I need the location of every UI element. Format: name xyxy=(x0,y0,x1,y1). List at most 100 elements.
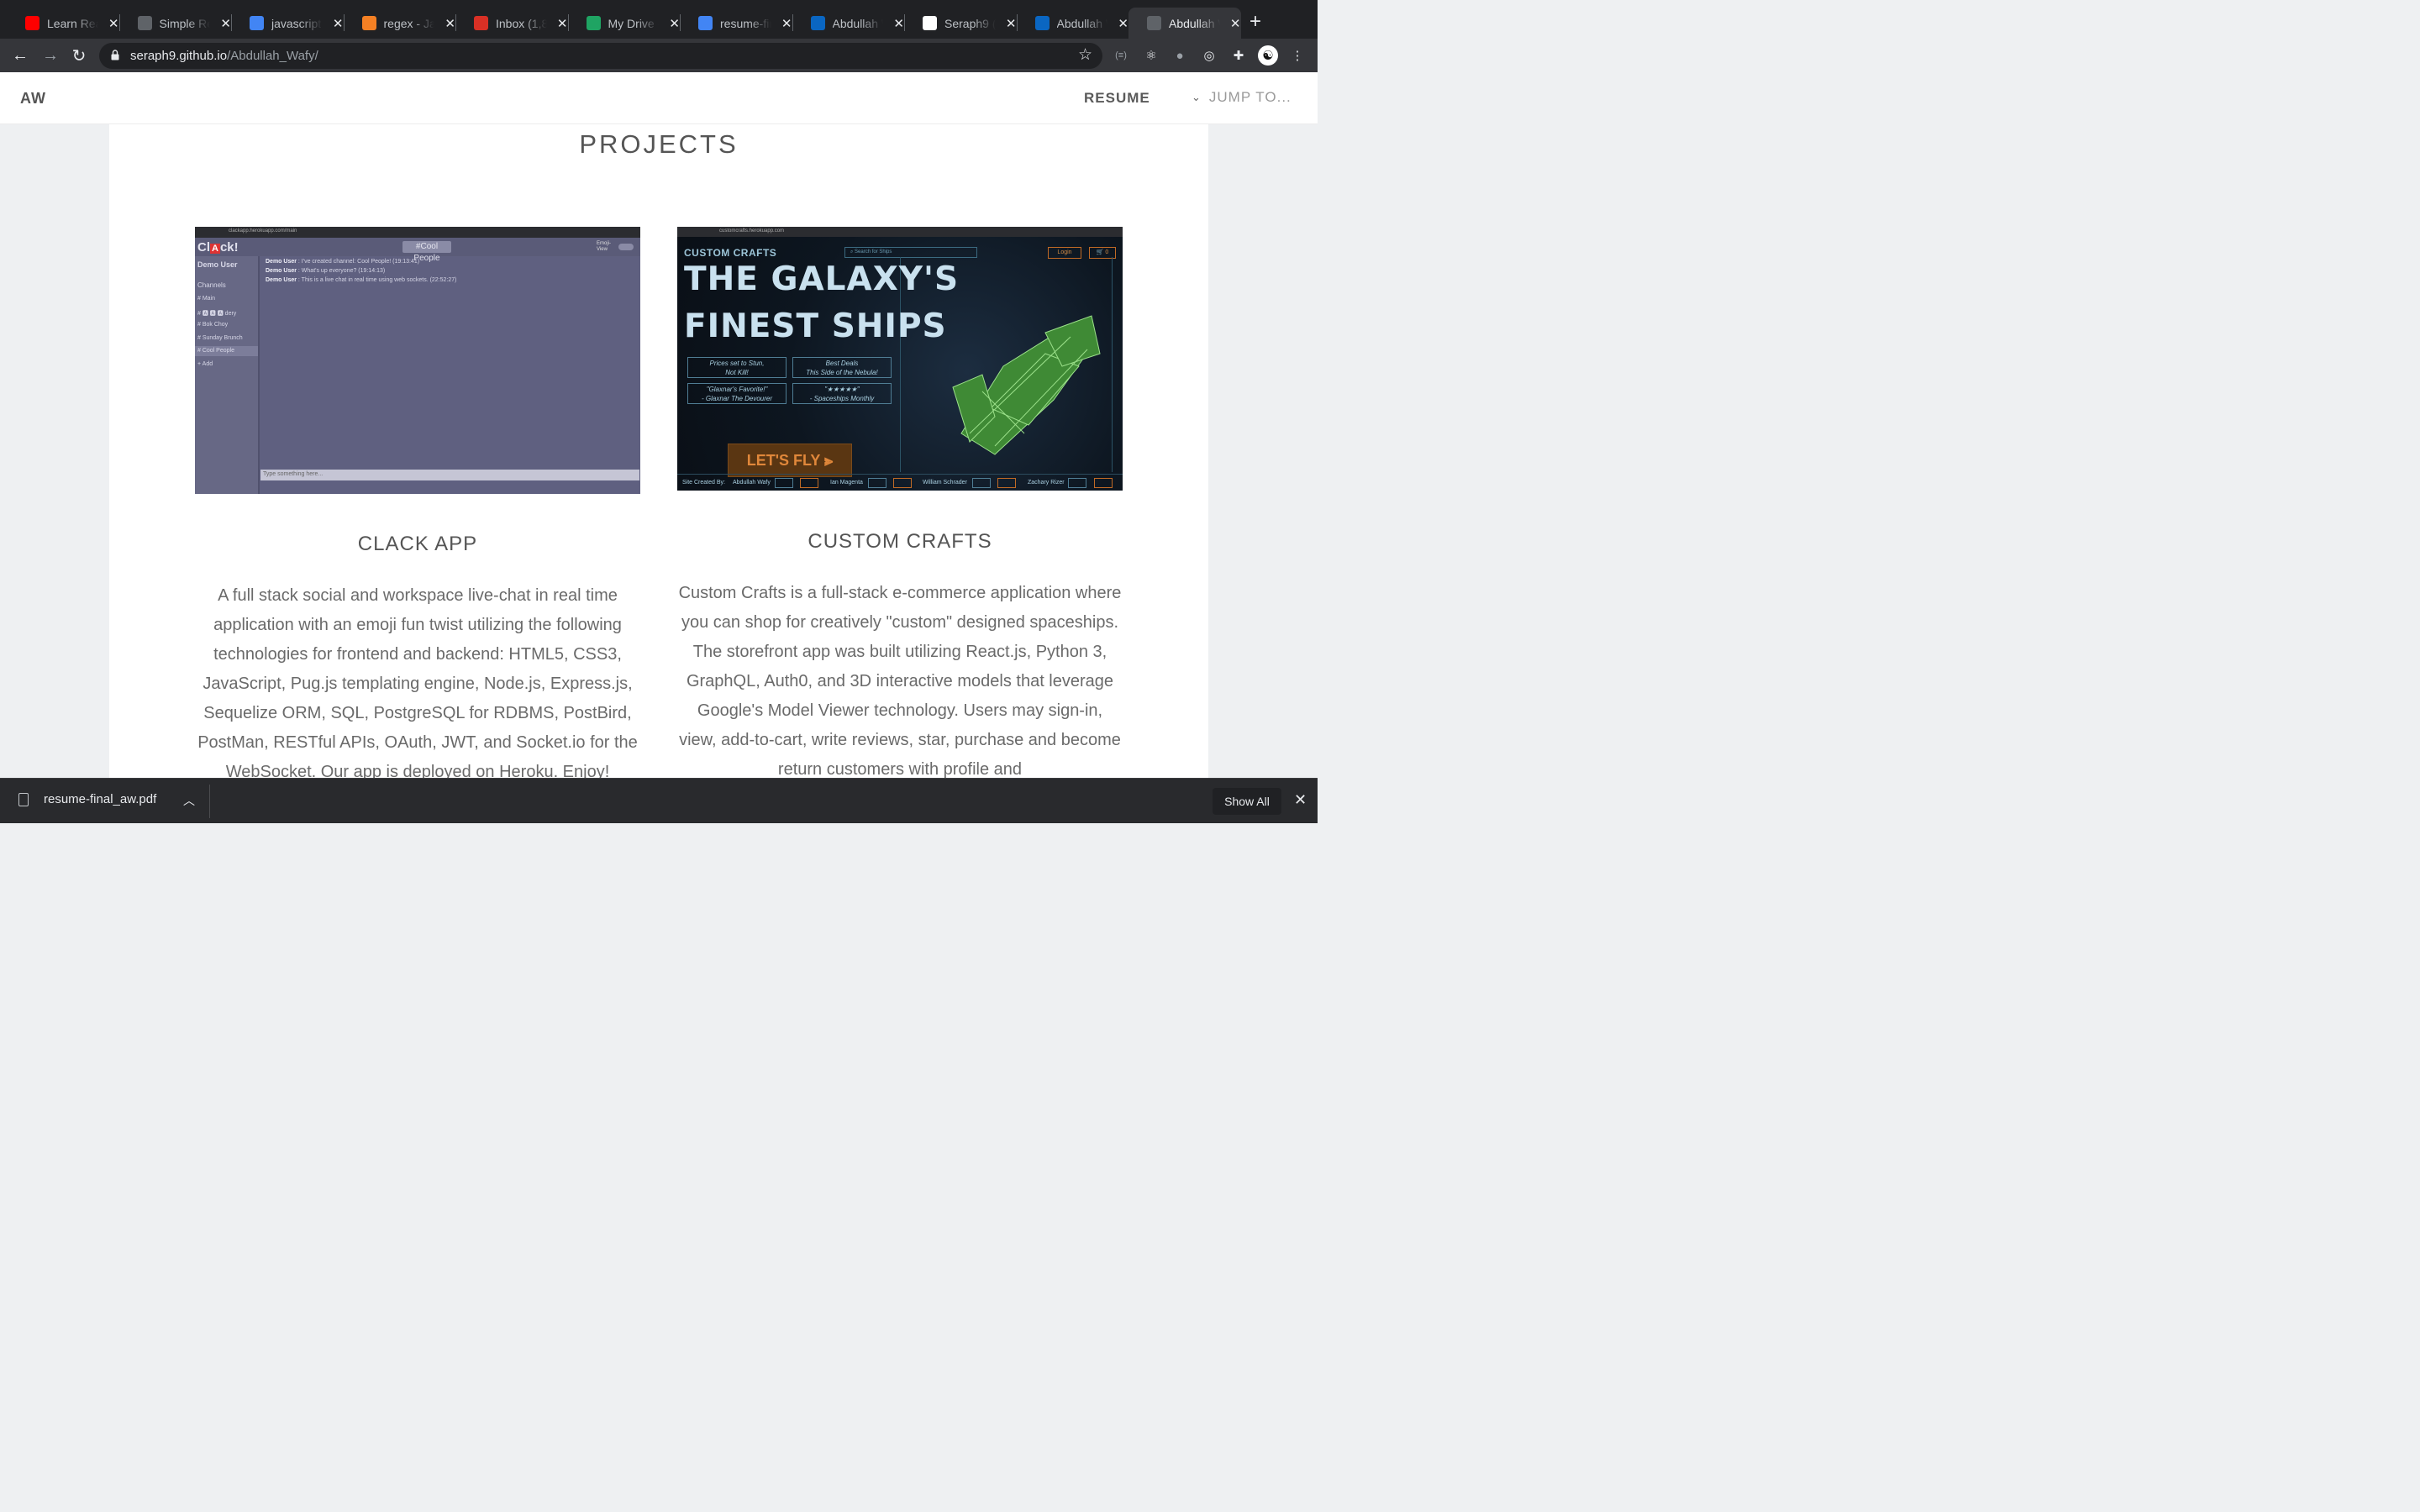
clack-app-screenshot[interactable]: clackapp.herokuapp.com/main Cl Ack! #Cool… xyxy=(195,227,640,494)
project-title-custom-crafts: CUSTOM CRAFTS xyxy=(808,530,992,553)
project-description-clack: A full stack social and workspace live-c… xyxy=(197,586,638,781)
tab-title: javascript xyxy=(271,16,322,30)
url-text: seraph9.github.io/Abdullah_Wafy/ xyxy=(130,49,318,63)
browser-tab[interactable]: regex - JavaScript ✕ xyxy=(344,8,455,39)
browser-tab[interactable]: Abdullah Wafy ✕ xyxy=(1128,8,1241,39)
globe-icon xyxy=(1147,16,1161,30)
new-tab-button[interactable]: + xyxy=(1249,12,1261,32)
clack-emoji-view-label: Emoji-View xyxy=(597,241,612,252)
clack-channel-item: # 🅰 🅰 🅰 dery xyxy=(197,310,237,317)
close-icon[interactable]: ✕ xyxy=(1294,791,1307,809)
address-bar[interactable]: seraph9.github.io/Abdullah_Wafy/ ☆ xyxy=(99,43,1102,69)
github-icon xyxy=(923,16,937,30)
jump-to-dropdown[interactable]: ⌄ JUMP TO... xyxy=(1192,89,1292,106)
crafts-quote-box: Prices set to Stun, Not Kill! xyxy=(687,357,786,378)
extension-brackets-icon[interactable]: (≡) xyxy=(1113,47,1129,64)
tab-close-icon[interactable]: ✕ xyxy=(1230,16,1241,31)
site-header: AW RESUME ⌄ JUMP TO... xyxy=(0,72,1318,124)
clack-message-input: Type something here... xyxy=(260,470,639,480)
document-icon xyxy=(18,792,29,806)
tab-title: My Drive - xyxy=(608,16,660,30)
download-item[interactable]: resume-final_aw.pdf xyxy=(18,792,156,806)
resume-link[interactable]: RESUME xyxy=(1084,90,1150,107)
clack-channel-item: # Bok Choy xyxy=(197,322,229,328)
tab-close-icon[interactable]: ✕ xyxy=(108,16,119,31)
tab-close-icon[interactable]: ✕ xyxy=(445,16,455,31)
linkedin-icon xyxy=(1034,16,1050,30)
browser-tab[interactable]: My Drive - ✕ xyxy=(568,8,680,39)
react-devtools-icon[interactable]: ⚛ xyxy=(1143,47,1160,64)
projects-section: PROJECTS clackapp.herokuapp.com/main Cl A… xyxy=(109,124,1208,781)
youtube-icon xyxy=(25,16,39,30)
clack-channel-item: # Sunday Brunch xyxy=(197,334,243,341)
extension-target-icon[interactable]: ◎ xyxy=(1201,47,1218,64)
browser-tab[interactable]: Abdullah Wafy ✕ xyxy=(792,8,904,39)
browser-tab[interactable]: Seraph9 ( ✕ xyxy=(904,8,1017,39)
browser-tab[interactable]: resume-final ✕ xyxy=(680,8,792,39)
project-description-custom-crafts: Custom Crafts is a full-stack e-commerce… xyxy=(678,584,1122,779)
linkedin-icon xyxy=(810,16,825,30)
clack-message: Demo User : I've created channel: Cool P… xyxy=(266,259,420,265)
tab-close-icon[interactable]: ✕ xyxy=(1006,16,1017,31)
linkedin-icon xyxy=(997,478,1016,488)
browser-tab[interactable]: Simple React ✕ xyxy=(119,8,231,39)
section-title: PROJECTS xyxy=(579,129,739,159)
lock-icon xyxy=(111,50,119,60)
clack-logo: Cl Ack! xyxy=(197,240,239,255)
back-icon[interactable]: ← xyxy=(8,44,32,67)
tab-close-icon[interactable]: ✕ xyxy=(333,16,344,31)
docs-icon xyxy=(698,16,713,30)
tab-title: regex - JavaScript xyxy=(383,16,435,30)
tab-close-icon[interactable]: ✕ xyxy=(781,16,792,31)
crafts-quote-box: "Glaxnar's Favorite!" - Glaxnar The Devou… xyxy=(687,383,786,404)
download-filename: resume-final_aw.pdf xyxy=(44,792,157,806)
chevron-up-icon[interactable]: ︿ xyxy=(183,792,195,809)
browser-tab[interactable]: Inbox (1,8 ✕ xyxy=(455,8,568,39)
tab-close-icon[interactable]: ✕ xyxy=(220,16,231,31)
browser-menu-icon[interactable]: ⋮ xyxy=(1289,47,1306,64)
tab-close-icon[interactable]: ✕ xyxy=(669,16,680,31)
tab-title: Learn React xyxy=(47,16,98,30)
crafts-footer: Site Created By: Abdullah Wafy Ian Magen… xyxy=(677,474,1123,491)
extensions-puzzle-icon[interactable]: ✚ xyxy=(1230,47,1247,64)
clack-screenshot-url: clackapp.herokuapp.com/main xyxy=(229,228,297,234)
tab-title: Simple React xyxy=(159,16,211,30)
browser-tab-strip: Learn React✕Simple React✕javascript✕rege… xyxy=(0,0,1318,39)
forward-icon[interactable]: → xyxy=(39,44,62,67)
site-logo[interactable]: AW xyxy=(20,90,46,108)
browser-tab[interactable]: Learn React ✕ xyxy=(7,8,119,39)
github-icon xyxy=(775,478,793,488)
reload-icon[interactable]: ↻ xyxy=(67,44,91,67)
clack-channel-item: + Add xyxy=(197,360,213,367)
browser-tab[interactable]: Abdullah Wafy ✕ xyxy=(1017,8,1128,39)
tab-title: resume-final xyxy=(720,16,771,30)
clack-channel-name: #Cool People xyxy=(402,241,451,263)
crafts-creator-4: Zachary Rizer xyxy=(1028,480,1065,486)
crafts-creator-1: Abdullah Wafy xyxy=(733,480,771,486)
clack-emoji-toggle xyxy=(618,244,634,250)
google-icon xyxy=(250,16,264,30)
download-shelf: resume-final_aw.pdf ︿ Show All ✕ xyxy=(0,778,1318,823)
bookmark-star-icon[interactable]: ☆ xyxy=(1078,45,1092,65)
tab-close-icon[interactable]: ✕ xyxy=(557,16,568,31)
crafts-logo: CUSTOM CRAFTS xyxy=(684,247,777,259)
tab-close-icon[interactable]: ✕ xyxy=(1118,16,1128,31)
crafts-screenshot-url: customcrafts.herokuapp.com xyxy=(719,228,785,234)
clack-message: Demo User : This is a live chat in real … xyxy=(266,277,457,283)
crafts-footer-label: Site Created By: xyxy=(682,480,725,486)
tab-close-icon[interactable]: ✕ xyxy=(893,16,904,31)
extension-figure-icon[interactable]: ● xyxy=(1171,47,1188,64)
profile-avatar-icon[interactable]: ☯ xyxy=(1258,45,1278,66)
drive-icon xyxy=(586,16,601,30)
tab-title: Seraph9 ( xyxy=(944,16,996,30)
clack-channels-label: Channels xyxy=(197,281,226,289)
linkedin-icon xyxy=(1094,478,1113,488)
lets-fly-button: LET'S FLY ⫸ xyxy=(728,444,852,477)
spaceship-model-image xyxy=(952,315,1101,455)
show-all-downloads-button[interactable]: Show All xyxy=(1213,788,1281,815)
crafts-headline-2: FINEST SHIPS xyxy=(684,307,947,345)
crafts-headline-1: THE GALAXY'S xyxy=(684,260,960,298)
clack-user-name: Demo User xyxy=(197,260,238,269)
browser-tab[interactable]: javascript ✕ xyxy=(231,8,344,39)
custom-crafts-screenshot[interactable]: customcrafts.herokuapp.com CUSTOM CRAFTS… xyxy=(677,227,1123,491)
